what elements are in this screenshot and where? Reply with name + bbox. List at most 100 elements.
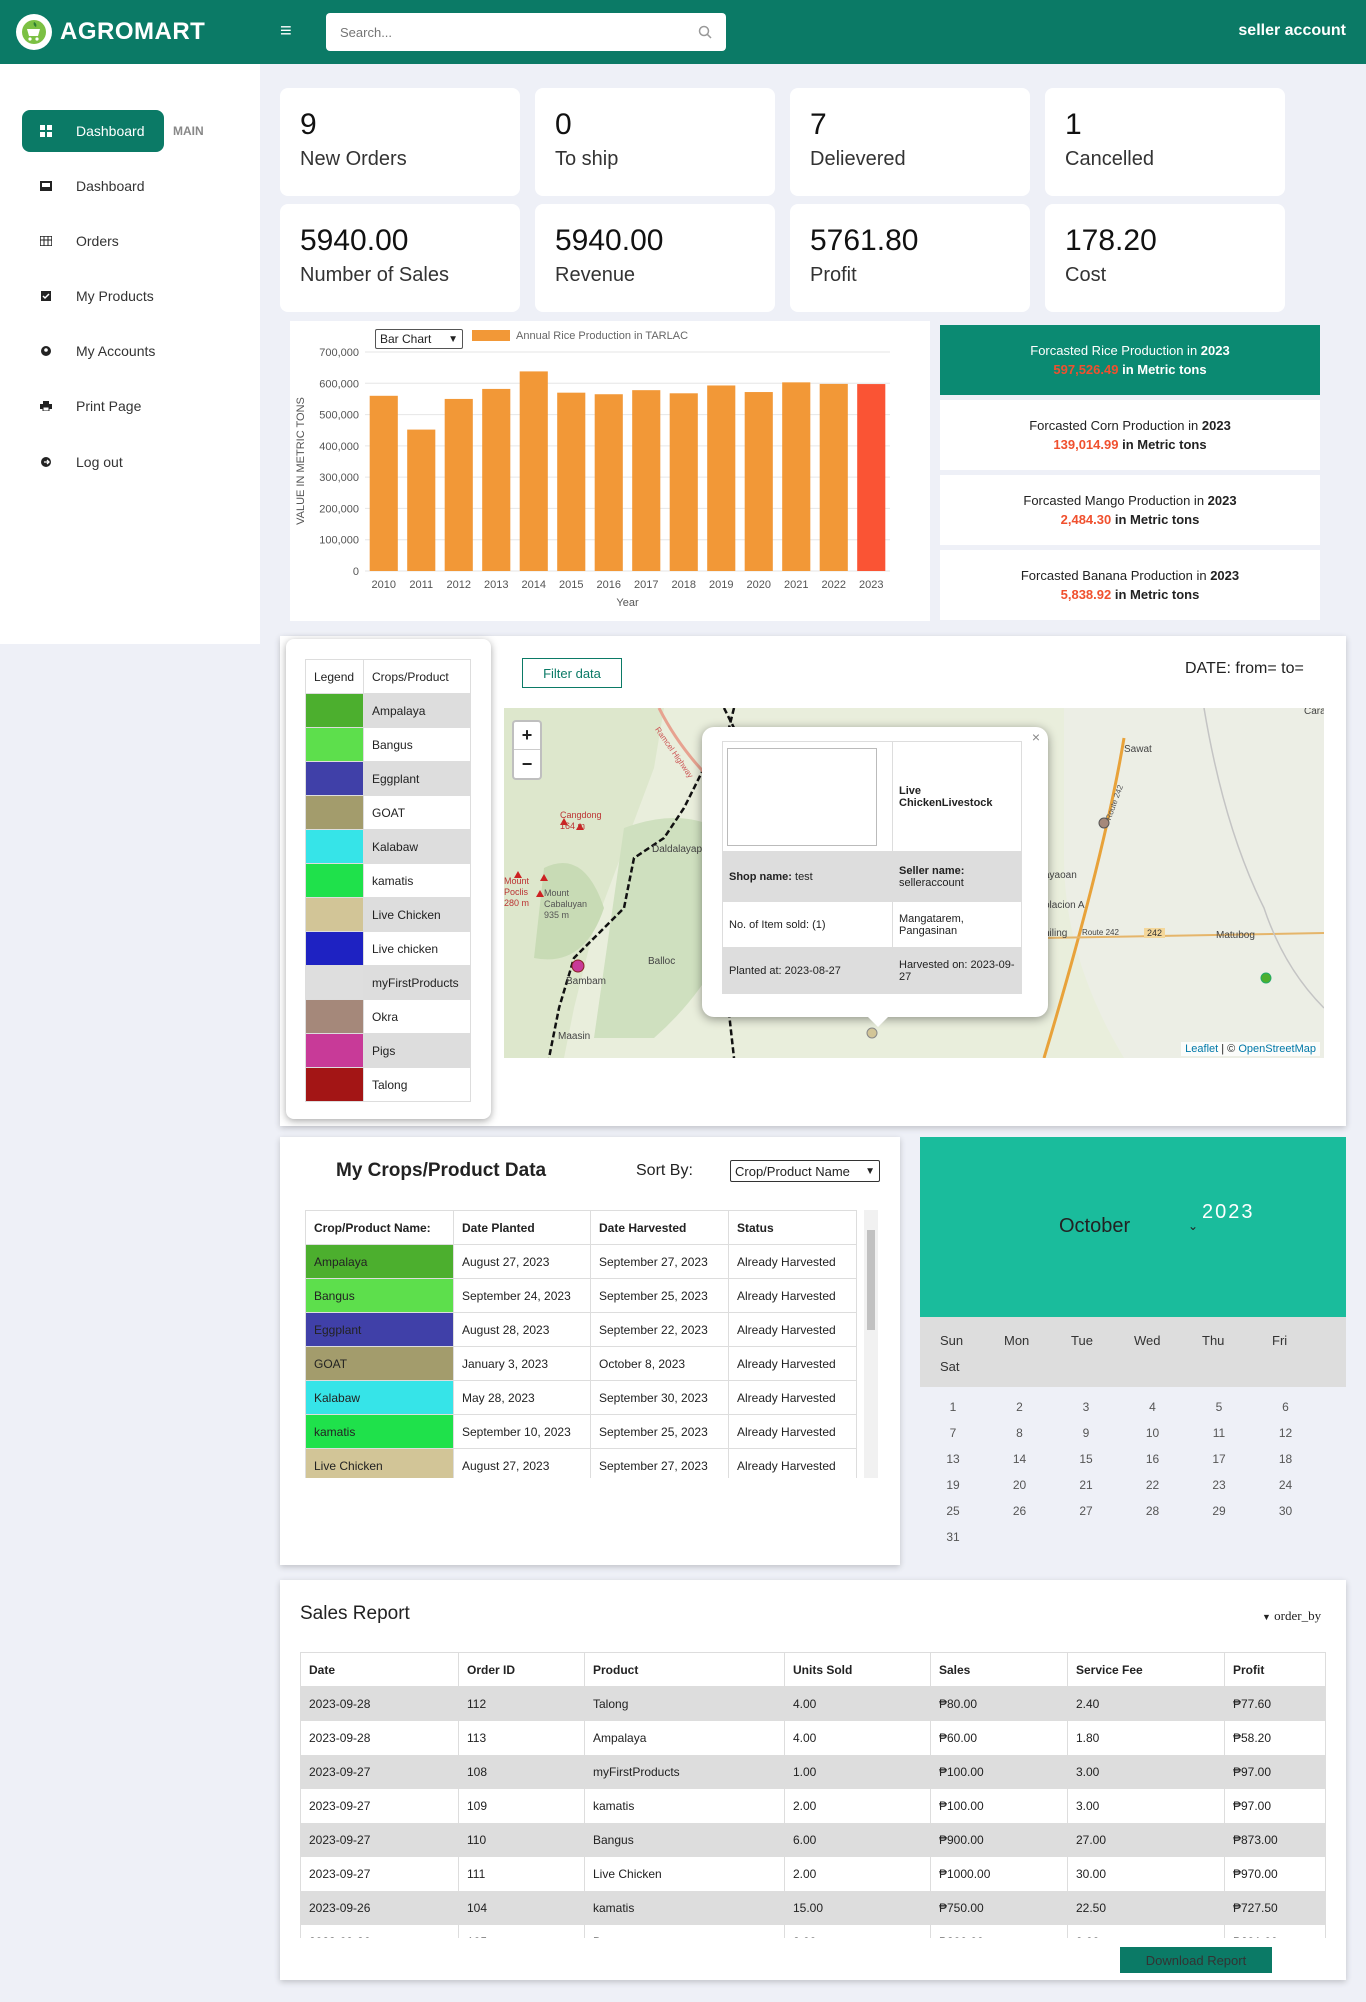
column-header[interactable]: Product [584, 1652, 785, 1687]
table-row[interactable]: 2023-09-26105B...2.00₱300.009.00₱291.00 [300, 1924, 1326, 1938]
calendar-day[interactable]: 7 [928, 1426, 978, 1440]
map-label: Daldalayap [652, 844, 703, 855]
calendar-day[interactable]: 10 [1128, 1426, 1178, 1440]
calendar-day[interactable]: 18 [1261, 1452, 1311, 1466]
table-cell: September 24, 2023 [453, 1278, 591, 1313]
calendar-day[interactable]: 27 [1061, 1504, 1111, 1518]
table-icon [40, 236, 52, 246]
calendar-day[interactable]: 28 [1128, 1504, 1178, 1518]
sort-select[interactable]: Crop/Product Name ▼ [730, 1160, 880, 1182]
column-header[interactable]: Service Fee [1067, 1652, 1225, 1687]
table-row[interactable]: 2023-09-26 104 kamatis 15.00 ₱750.00 22.50 ₱72… [300, 1890, 1326, 1925]
calendar-day[interactable]: 19 [928, 1478, 978, 1492]
legend-label: kamatis [363, 863, 471, 898]
column-header[interactable]: Order ID [458, 1652, 585, 1687]
calendar-day[interactable]: 4 [1128, 1400, 1178, 1414]
calendar-day[interactable]: 1 [928, 1400, 978, 1414]
sidebar-item-print-page[interactable]: Print Page [40, 398, 141, 414]
osm-link[interactable]: OpenStreetMap [1238, 1043, 1316, 1055]
sidebar-item-dashboard-active[interactable]: Dashboard [22, 110, 164, 152]
account-menu[interactable]: seller account [1238, 22, 1346, 40]
calendar-month[interactable]: October [1059, 1215, 1130, 1238]
calendar-day[interactable]: 8 [995, 1426, 1045, 1440]
calendar-day[interactable]: 15 [1061, 1452, 1111, 1466]
crops-scrollbar[interactable] [864, 1210, 878, 1478]
table-row[interactable]: 2023-09-28 113 Ampalaya 4.00 ₱60.00 1.80 ₱58.2… [300, 1720, 1326, 1755]
zoom-out-button[interactable]: − [514, 750, 540, 778]
stat-card-cancelled[interactable]: 1 Cancelled [1045, 88, 1285, 196]
column-header[interactable]: Profit [1224, 1652, 1326, 1687]
calendar-day[interactable]: 17 [1194, 1452, 1244, 1466]
calendar-day[interactable]: 21 [1061, 1478, 1111, 1492]
calendar-day[interactable]: 25 [928, 1504, 978, 1518]
column-header[interactable]: Status [728, 1210, 857, 1245]
calendar-day[interactable]: 22 [1128, 1478, 1178, 1492]
table-row[interactable]: Kalabaw May 28, 2023 September 30, 2023 Alr… [305, 1380, 857, 1415]
stat-card-new-orders[interactable]: 9 New Orders [280, 88, 520, 196]
zoom-in-button[interactable]: + [514, 722, 540, 750]
brand-name[interactable]: AGROMART [60, 18, 205, 46]
calendar-day[interactable]: 14 [995, 1452, 1045, 1466]
close-icon[interactable]: × [1032, 729, 1040, 745]
calendar-day[interactable]: 13 [928, 1452, 978, 1466]
table-row[interactable]: Ampalaya August 27, 2023 September 27, 202… [305, 1244, 857, 1279]
popup-image-cell [722, 741, 893, 852]
download-report-button[interactable]: Download Report [1120, 1947, 1272, 1973]
table-row[interactable]: 2023-09-28 112 Talong 4.00 ₱80.00 2.40 ₱77.60 [300, 1686, 1326, 1721]
calendar-day[interactable]: 6 [1261, 1400, 1311, 1414]
table-row[interactable]: Eggplant August 28, 2023 September 22, 202… [305, 1312, 857, 1347]
calendar-day[interactable]: 9 [1061, 1426, 1111, 1440]
column-header[interactable]: Sales [930, 1652, 1068, 1687]
legend-swatch [305, 999, 364, 1034]
calendar-day[interactable]: 23 [1194, 1478, 1244, 1492]
stat-card-to-ship[interactable]: 0 To ship [535, 88, 775, 196]
filter-data-button[interactable]: Filter data [522, 658, 622, 688]
order-by-control[interactable]: ▼ order_by [1262, 1608, 1321, 1624]
search-icon[interactable] [698, 25, 712, 39]
calendar-day[interactable]: 26 [995, 1504, 1045, 1518]
sidebar-item-my-accounts[interactable]: My Accounts [40, 343, 155, 359]
table-row[interactable]: 2023-09-27 109 kamatis 2.00 ₱100.00 3.00 ₱97.0… [300, 1788, 1326, 1823]
calendar-day[interactable]: 24 [1261, 1478, 1311, 1492]
calendar-day[interactable]: 16 [1128, 1452, 1178, 1466]
table-row[interactable]: Live Chicken August 27, 2023 September 27,… [305, 1448, 857, 1478]
sidebar-item-dashboard[interactable]: Dashboard [40, 178, 145, 194]
table-row[interactable]: kamatis September 10, 2023 September 25, 2… [305, 1414, 857, 1449]
stat-label: To ship [555, 148, 619, 170]
sidebar-item-orders[interactable]: Orders [40, 233, 119, 249]
chevron-down-icon[interactable]: ⌄ [1188, 1219, 1198, 1233]
dashboard-grid-icon [40, 125, 52, 137]
calendar-day[interactable]: 5 [1194, 1400, 1244, 1414]
calendar-day[interactable]: 30 [1261, 1504, 1311, 1518]
calendar-day[interactable]: 29 [1194, 1504, 1244, 1518]
calendar-day[interactable]: 31 [928, 1530, 978, 1544]
table-row[interactable]: 2023-09-27 111 Live Chicken 2.00 ₱1000.00 30.… [300, 1856, 1326, 1891]
table-row[interactable]: 2023-09-27 108 myFirstProducts 1.00 ₱100.00 3… [300, 1754, 1326, 1789]
column-header[interactable]: Units Sold [784, 1652, 931, 1687]
table-row[interactable]: 2023-09-27 110 Bangus 6.00 ₱900.00 27.00 ₱873.… [300, 1822, 1326, 1857]
table-row[interactable]: GOAT January 3, 2023 October 8, 2023 Alread… [305, 1346, 857, 1381]
column-header[interactable]: Date [300, 1652, 459, 1687]
crops-table-container[interactable]: Crop/Product Name: Date Planted Date Har… [305, 1210, 857, 1478]
table-row[interactable]: Bangus September 24, 2023 September 25, 20… [305, 1278, 857, 1313]
stat-card-delivered[interactable]: 7 Delievered [790, 88, 1030, 196]
calendar-year[interactable]: 2023 [1202, 1201, 1255, 1224]
column-header[interactable]: Date Harvested [590, 1210, 729, 1245]
sales-table-container[interactable]: Date Order ID Product Units Sold Sales S… [300, 1652, 1326, 1938]
search-input[interactable] [340, 24, 670, 40]
sidebar-item-log-out[interactable]: Log out [40, 454, 123, 470]
scrollbar-thumb[interactable] [867, 1230, 875, 1330]
column-header[interactable]: Date Planted [453, 1210, 591, 1245]
calendar-header: October ⌄ 2023 [920, 1137, 1346, 1317]
calendar-day[interactable]: 20 [995, 1478, 1045, 1492]
column-header[interactable]: Crop/Product Name: [305, 1210, 454, 1245]
chart-type-select[interactable]: Bar Chart ▼ [375, 329, 463, 349]
brand-logo-icon[interactable] [16, 14, 52, 50]
calendar-day[interactable]: 12 [1261, 1426, 1311, 1440]
calendar-day[interactable]: 3 [1061, 1400, 1111, 1414]
menu-toggle-icon[interactable]: ≡ [280, 20, 292, 43]
sidebar-item-my-products[interactable]: My Products [40, 288, 154, 304]
calendar-day[interactable]: 2 [995, 1400, 1045, 1414]
leaflet-link[interactable]: Leaflet [1185, 1043, 1218, 1055]
calendar-day[interactable]: 11 [1194, 1426, 1244, 1440]
